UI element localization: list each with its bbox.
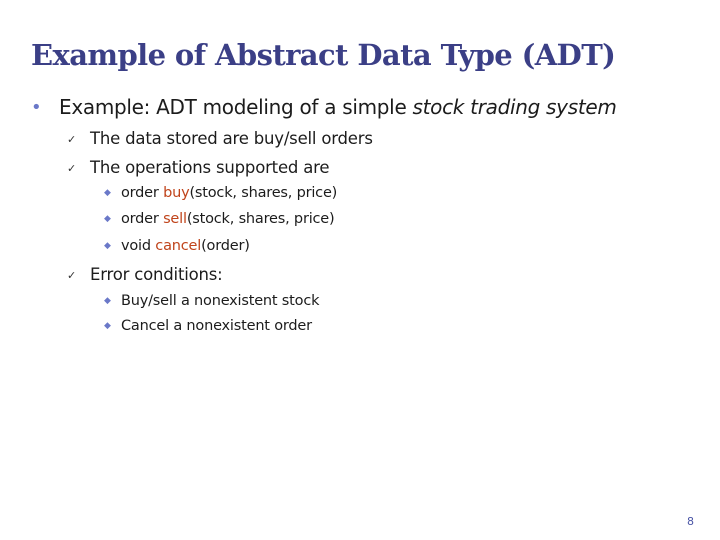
sub-item-text: Error conditions: — [90, 265, 223, 284]
error-item-text: Cancel a nonexistent order — [121, 318, 312, 334]
error-item-nonexistent-stock: ◆ Buy/sell a nonexistent stock — [104, 293, 319, 309]
bullet-item-example: • Example: ADT modeling of a simple stock… — [31, 95, 617, 119]
operation-item-sell: ◆ order sell(stock, shares, price) — [104, 211, 335, 227]
item-text: Example: ADT modeling of a simple — [59, 95, 413, 119]
diamond-bullet-icon: ◆ — [104, 214, 111, 224]
diamond-bullet-icon: ◆ — [104, 321, 111, 331]
operation-prefix: void — [121, 238, 156, 254]
diamond-bullet-icon: ◆ — [104, 241, 111, 251]
operation-params: (order) — [201, 238, 250, 254]
round-bullet-icon: • — [31, 97, 42, 118]
diamond-bullet-icon: ◆ — [104, 188, 111, 198]
operation-item-cancel: ◆ void cancel(order) — [104, 238, 250, 254]
operation-keyword: cancel — [155, 238, 202, 254]
operation-prefix: order — [121, 211, 164, 227]
operation-item-buy: ◆ order buy(stock, shares, price) — [104, 185, 337, 201]
page-number: 8 — [687, 515, 694, 528]
operation-keyword: buy — [163, 185, 190, 201]
item-emphasis: stock trading system — [412, 95, 617, 119]
sub-item-text: The operations supported are — [90, 158, 330, 177]
slide-title: Example of Abstract Data Type (ADT) — [31, 38, 616, 72]
operation-prefix: order — [121, 185, 164, 201]
diamond-bullet-icon: ◆ — [104, 296, 111, 306]
operation-params: (stock, shares, price) — [189, 185, 338, 201]
error-item-nonexistent-order: ◆ Cancel a nonexistent order — [104, 318, 312, 334]
sub-item-data-stored: ✓ The data stored are buy/sell orders — [67, 129, 373, 148]
slide: Example of Abstract Data Type (ADT) • Exa… — [0, 0, 720, 540]
sub-item-errors: ✓ Error conditions: — [67, 265, 223, 284]
operation-keyword: sell — [163, 211, 187, 227]
sub-item-text: The data stored are buy/sell orders — [90, 129, 373, 148]
sub-item-operations: ✓ The operations supported are — [67, 158, 330, 177]
operation-params: (stock, shares, price) — [186, 211, 335, 227]
checkmark-bullet-icon: ✓ — [67, 133, 77, 146]
checkmark-bullet-icon: ✓ — [67, 269, 77, 282]
error-item-text: Buy/sell a nonexistent stock — [121, 293, 320, 309]
checkmark-bullet-icon: ✓ — [67, 162, 77, 175]
